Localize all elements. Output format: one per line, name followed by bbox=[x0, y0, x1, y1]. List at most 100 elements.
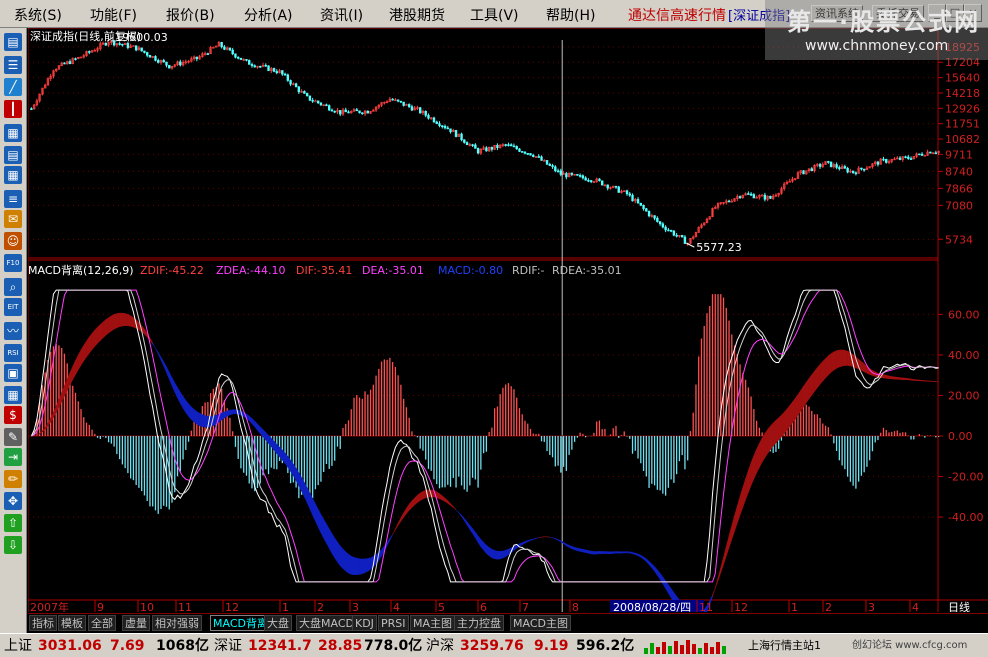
mail-icon[interactable]: ✉ bbox=[4, 210, 22, 228]
candle-body bbox=[347, 111, 350, 114]
zdea-ribbon bbox=[891, 376, 895, 380]
zdea-ribbon bbox=[72, 360, 76, 380]
tab-6[interactable]: 大盘 bbox=[264, 615, 292, 631]
candle-icon[interactable]: ┃ bbox=[4, 100, 22, 118]
zdea-ribbon bbox=[916, 379, 920, 382]
tab-3[interactable]: 虚量 bbox=[122, 615, 150, 631]
zdea-ribbon bbox=[786, 404, 790, 431]
table-icon[interactable]: ▤ bbox=[4, 146, 22, 164]
tab-10[interactable]: MA主图 bbox=[410, 615, 456, 631]
eit-icon[interactable]: EIT bbox=[4, 298, 22, 316]
zdea-ribbon bbox=[822, 357, 826, 382]
time-axis-date-label: 2008/08/28/四 bbox=[613, 601, 691, 612]
window-icon[interactable]: ▦ bbox=[4, 124, 22, 142]
rsi-icon[interactable]: RSI bbox=[4, 344, 22, 362]
screen-icon[interactable]: ▣ bbox=[4, 364, 22, 382]
chart-area[interactable]: 18925 17204 15640 14218 12926 11751 10682 9711 8… bbox=[28, 28, 988, 612]
zdea-ribbon bbox=[601, 551, 606, 554]
zdea-ribbon bbox=[593, 551, 597, 555]
candle-body bbox=[234, 53, 237, 58]
zdea-ribbon bbox=[524, 540, 528, 544]
zdea-ribbon bbox=[555, 538, 559, 541]
zdea-ribbon bbox=[124, 313, 129, 327]
arrow-down-icon[interactable]: ⇩ bbox=[4, 536, 22, 554]
zdea-ribbon bbox=[171, 377, 176, 393]
zdea-ribbon bbox=[180, 391, 184, 410]
time-axis-label: 5 bbox=[438, 601, 445, 612]
list-icon[interactable]: ☰ bbox=[4, 56, 22, 74]
dollar-icon[interactable]: $ bbox=[4, 406, 22, 424]
menu-function[interactable]: 功能(F) bbox=[90, 5, 137, 25]
menu-help[interactable]: 帮助(H) bbox=[546, 5, 595, 25]
tab-5[interactable]: MACD背离 bbox=[210, 615, 271, 631]
tab-11[interactable]: 主力控盘 bbox=[454, 615, 504, 631]
macd-axis-label: -40.00 bbox=[948, 511, 983, 524]
zdea-ribbon bbox=[794, 393, 799, 420]
zdea-ribbon bbox=[930, 380, 934, 382]
menu-system[interactable]: 系统(S) bbox=[14, 5, 62, 25]
tab-12[interactable]: MACD主图 bbox=[510, 615, 571, 631]
zdea-ribbon bbox=[618, 551, 622, 554]
users-icon[interactable]: ☺ bbox=[4, 232, 22, 250]
tab-4[interactable]: 相对强弱 bbox=[152, 615, 202, 631]
candle-body bbox=[827, 161, 830, 163]
candle-body bbox=[418, 107, 422, 114]
zdea-ribbon bbox=[715, 577, 719, 589]
tab-0[interactable]: 指标 bbox=[29, 615, 57, 631]
menu-analysis[interactable]: 分析(A) bbox=[244, 5, 293, 25]
candle-body bbox=[929, 151, 932, 154]
chart-icon[interactable]: ▤ bbox=[4, 33, 22, 51]
grid-icon[interactable]: ▦ bbox=[4, 166, 22, 184]
line-icon[interactable]: ╱ bbox=[4, 78, 22, 96]
calc-icon[interactable]: ▦ bbox=[4, 386, 22, 404]
move-icon[interactable]: ✥ bbox=[4, 492, 22, 510]
zdea-ribbon bbox=[177, 386, 181, 404]
zdea-ribbon bbox=[924, 380, 928, 382]
candle-body bbox=[496, 145, 499, 149]
zdea-ribbon bbox=[800, 385, 804, 412]
candle-body bbox=[63, 62, 66, 65]
candle-body bbox=[427, 115, 430, 119]
time-axis-label: 8 bbox=[572, 601, 579, 612]
candle-body bbox=[355, 109, 358, 112]
tab-1[interactable]: 模板 bbox=[58, 615, 86, 631]
chart-svg[interactable]: 1892517204156401421812926117511068297118… bbox=[28, 28, 988, 612]
time-axis-label: 10 bbox=[140, 601, 154, 612]
zdea-ribbon bbox=[400, 511, 404, 523]
candle-body bbox=[882, 158, 885, 161]
price-low-label: 5577.23 bbox=[696, 241, 742, 254]
candle-body bbox=[763, 194, 767, 200]
zdea-ribbon bbox=[494, 550, 498, 560]
tool-icon[interactable]: ✎ bbox=[4, 428, 22, 446]
menu-tools[interactable]: 工具(V) bbox=[470, 5, 519, 25]
candle-body bbox=[325, 104, 328, 107]
zdea-ribbon bbox=[753, 448, 757, 480]
zdea-ribbon bbox=[169, 372, 173, 386]
report-icon[interactable]: ≡ bbox=[4, 190, 22, 208]
arrow-up-icon[interactable]: ⇧ bbox=[4, 514, 22, 532]
menu-info[interactable]: 资讯(I) bbox=[320, 5, 363, 25]
menu-quote[interactable]: 报价(B) bbox=[166, 5, 215, 25]
menu-hk-futures[interactable]: 港股期货 bbox=[389, 5, 445, 25]
candle-body bbox=[333, 110, 336, 113]
wave-icon[interactable]: 〰 bbox=[4, 322, 22, 340]
zdea-ribbon bbox=[102, 319, 107, 339]
pencil-icon[interactable]: ✏ bbox=[4, 470, 22, 488]
exit-icon[interactable]: ⇥ bbox=[4, 448, 22, 466]
tab-8[interactable]: KDJ bbox=[352, 615, 377, 631]
zdea-ribbon bbox=[356, 557, 360, 575]
tab-2[interactable]: 全部 bbox=[88, 615, 116, 631]
zdea-ribbon bbox=[557, 539, 562, 543]
sh-index-change: 7.69 bbox=[110, 638, 145, 654]
tab-7[interactable]: 大盘MACD bbox=[296, 615, 357, 631]
search-icon[interactable]: ⌕ bbox=[4, 278, 22, 296]
candle-body bbox=[245, 59, 248, 61]
macd-macd-value: MACD:-0.80 bbox=[438, 264, 503, 277]
zdea-ribbon bbox=[353, 557, 358, 575]
zdea-ribbon bbox=[439, 493, 443, 501]
candle-body bbox=[523, 151, 527, 154]
candle-body bbox=[162, 60, 165, 63]
f10-icon[interactable]: F10 bbox=[4, 254, 22, 272]
zdea-ribbon bbox=[637, 553, 642, 558]
tab-9[interactable]: PRSI bbox=[378, 615, 409, 631]
